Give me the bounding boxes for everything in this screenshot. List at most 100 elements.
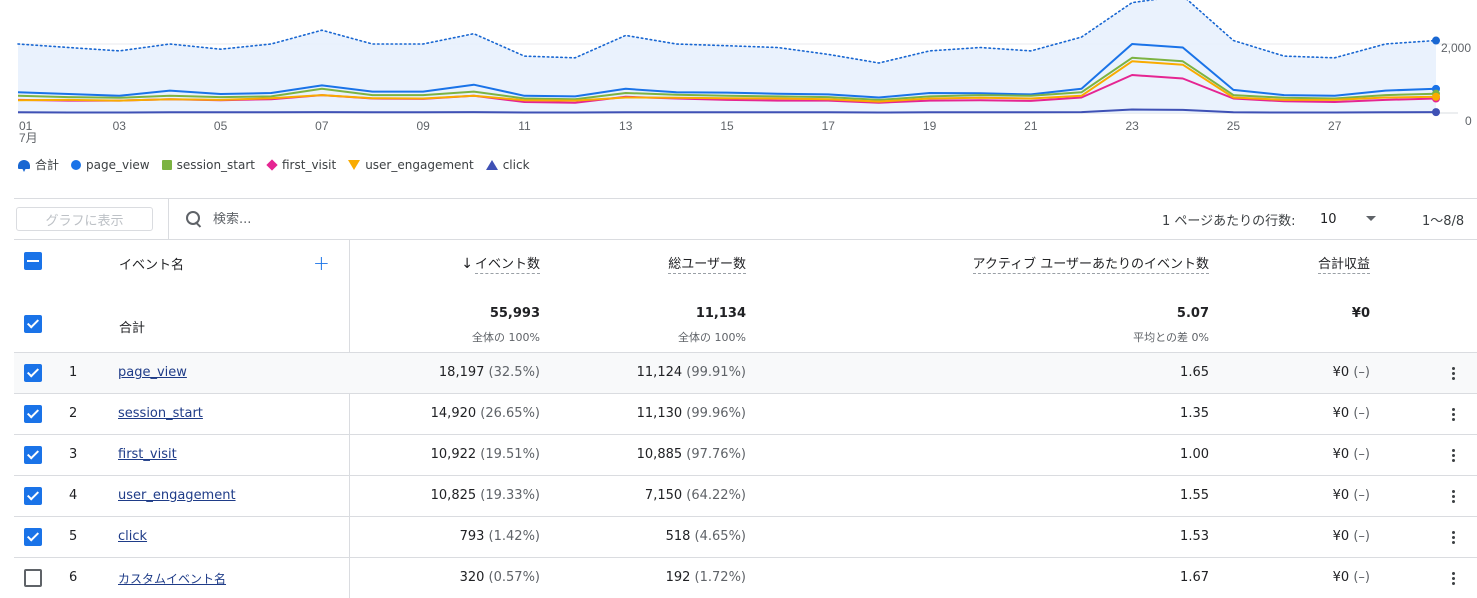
revenue-cell: ¥0 (–) (1270, 406, 1370, 421)
x-tick-label: 21 (1024, 119, 1038, 133)
legend-item-session-start[interactable]: session_start (161, 157, 255, 172)
totals-event-count-sub: 全体の 100% (472, 331, 540, 344)
event-name-link[interactable]: first_visit (118, 447, 177, 462)
header-total-users[interactable]: 総ユーザー数 (634, 253, 746, 274)
legend-item-click[interactable]: click (485, 157, 530, 172)
caret-down-icon[interactable] (1366, 216, 1376, 221)
table-row[interactable]: 3 first_visit 10,922 (19.51%) 10,885 (97… (14, 435, 1477, 476)
events-per-user-cell: 1.55 (1180, 488, 1209, 503)
triangle-down-icon (348, 159, 361, 170)
totals-checkbox[interactable] (24, 315, 42, 333)
more-options-icon[interactable] (1452, 449, 1456, 463)
row-rank: 6 (69, 570, 78, 585)
x-tick-label: 23 (1125, 119, 1139, 133)
more-options-icon[interactable] (1452, 572, 1456, 586)
header-total-revenue-label: 合計収益 (1317, 257, 1370, 274)
table-row[interactable]: 6 カスタムイベント名 320 (0.57%) 192 (1.72%) 1.67… (14, 558, 1477, 598)
revenue-pct: (–) (1353, 488, 1370, 503)
x-tick-label: 13 (619, 119, 633, 133)
event-count-cell: 10,922 (19.51%) (390, 447, 540, 462)
row-rank: 1 (69, 365, 78, 380)
table-toolbar: グラフに表示 1 ページあたりの行数: 10 1〜8/8 (14, 198, 1477, 240)
table-row[interactable]: 1 page_view 18,197 (32.5%) 11,124 (99.91… (14, 353, 1477, 394)
row-checkbox[interactable] (24, 528, 42, 546)
legend-item-user-engagement[interactable]: user_engagement (348, 158, 474, 172)
revenue-value: ¥0 (1332, 365, 1350, 380)
header-total-users-label: 総ユーザー数 (668, 257, 746, 274)
row-checkbox[interactable] (24, 405, 42, 423)
total-users-pct: (99.91%) (686, 365, 746, 380)
header-total-revenue[interactable]: 合計収益 (1294, 253, 1370, 274)
x-tick-label: 11 (518, 119, 531, 133)
x-tick-label: 05 (214, 119, 228, 133)
legend-label: click (502, 157, 530, 172)
revenue-cell: ¥0 (–) (1270, 570, 1370, 585)
event-count-pct: (19.51%) (480, 447, 540, 462)
more-options-icon[interactable] (1452, 490, 1456, 504)
header-event-count[interactable]: ↓ イベント数 (450, 253, 540, 274)
more-options-icon[interactable] (1452, 367, 1456, 381)
event-count-cell: 793 (1.42%) (390, 529, 540, 544)
legend-item-page-view[interactable]: page_view (71, 158, 150, 172)
event-name-link[interactable]: カスタムイベント名 (118, 570, 226, 587)
total-users-pct: (64.22%) (686, 488, 746, 503)
revenue-pct: (–) (1353, 365, 1370, 380)
row-checkbox[interactable] (24, 569, 42, 587)
x-tick-label: 15 (720, 119, 734, 133)
events-per-user-cell: 1.65 (1180, 365, 1209, 380)
totals-row: 合計 55,993 全体の 100% 11,134 全体の 100% 5.07 … (14, 290, 1477, 353)
row-checkbox[interactable] (24, 446, 42, 464)
events-per-user-cell: 1.00 (1180, 447, 1209, 462)
rows-per-page-select[interactable]: 10 (1320, 212, 1337, 227)
event-name-link[interactable]: session_start (118, 406, 203, 421)
search-icon (185, 210, 203, 228)
select-all-checkbox[interactable] (24, 252, 42, 270)
event-name-link[interactable]: user_engagement (118, 488, 236, 503)
x-tick-label: 03 (113, 119, 127, 133)
header-events-per-user[interactable]: アクティブ ユーザーあたりのイベント数 (934, 253, 1209, 274)
table-row[interactable]: 2 session_start 14,920 (26.65%) 11,130 (… (14, 394, 1477, 435)
total-users-value: 518 (665, 529, 691, 544)
event-count-pct: (32.5%) (488, 365, 540, 380)
table-row[interactable]: 5 click 793 (1.42%) 518 (4.65%) 1.53 ¥0 … (14, 517, 1477, 558)
row-rank: 2 (69, 406, 78, 421)
total-users-cell: 10,885 (97.76%) (596, 447, 746, 462)
legend-label: page_view (86, 157, 150, 172)
diamond-icon (266, 158, 278, 171)
legend-item-total[interactable]: 合計 (18, 156, 59, 173)
revenue-value: ¥0 (1332, 570, 1350, 585)
legend-label: user_engagement (365, 157, 474, 172)
pagination-status: 1〜8/8 (1422, 213, 1465, 229)
row-checkbox[interactable] (24, 487, 42, 505)
revenue-cell: ¥0 (–) (1270, 365, 1370, 380)
revenue-cell: ¥0 (–) (1270, 447, 1370, 462)
total-users-pct: (1.72%) (694, 570, 746, 585)
search-input[interactable] (213, 211, 513, 227)
revenue-pct: (–) (1353, 570, 1370, 585)
plot-rows-button[interactable]: グラフに表示 (16, 207, 153, 231)
header-event-name[interactable]: イベント名 (119, 254, 184, 273)
revenue-pct: (–) (1353, 447, 1370, 462)
event-count-pct: (26.65%) (480, 406, 540, 421)
event-count-value: 793 (459, 529, 485, 544)
more-options-icon[interactable] (1452, 531, 1456, 545)
total-users-value: 192 (665, 570, 691, 585)
totals-revenue: ¥0 (1351, 306, 1370, 321)
total-users-cell: 11,124 (99.91%) (596, 365, 746, 380)
add-dimension-plus-icon[interactable]: + (313, 253, 330, 273)
event-count-cell: 14,920 (26.65%) (390, 406, 540, 421)
series-end-marker (1432, 92, 1440, 101)
revenue-value: ¥0 (1332, 529, 1350, 544)
event-count-pct: (19.33%) (480, 488, 540, 503)
event-name-link[interactable]: page_view (118, 365, 187, 380)
sort-arrow-down-icon: ↓ (461, 256, 473, 272)
event-name-link[interactable]: click (118, 529, 147, 544)
table-row[interactable]: 4 user_engagement 10,825 (19.33%) 7,150 … (14, 476, 1477, 517)
row-rank: 4 (69, 488, 78, 503)
legend-item-first-visit[interactable]: first_visit (266, 158, 336, 172)
events-per-user-cell: 1.67 (1180, 570, 1209, 585)
legend-label: session_start (176, 157, 255, 172)
row-checkbox[interactable] (24, 364, 42, 382)
dot-icon (71, 159, 82, 170)
more-options-icon[interactable] (1452, 408, 1456, 422)
